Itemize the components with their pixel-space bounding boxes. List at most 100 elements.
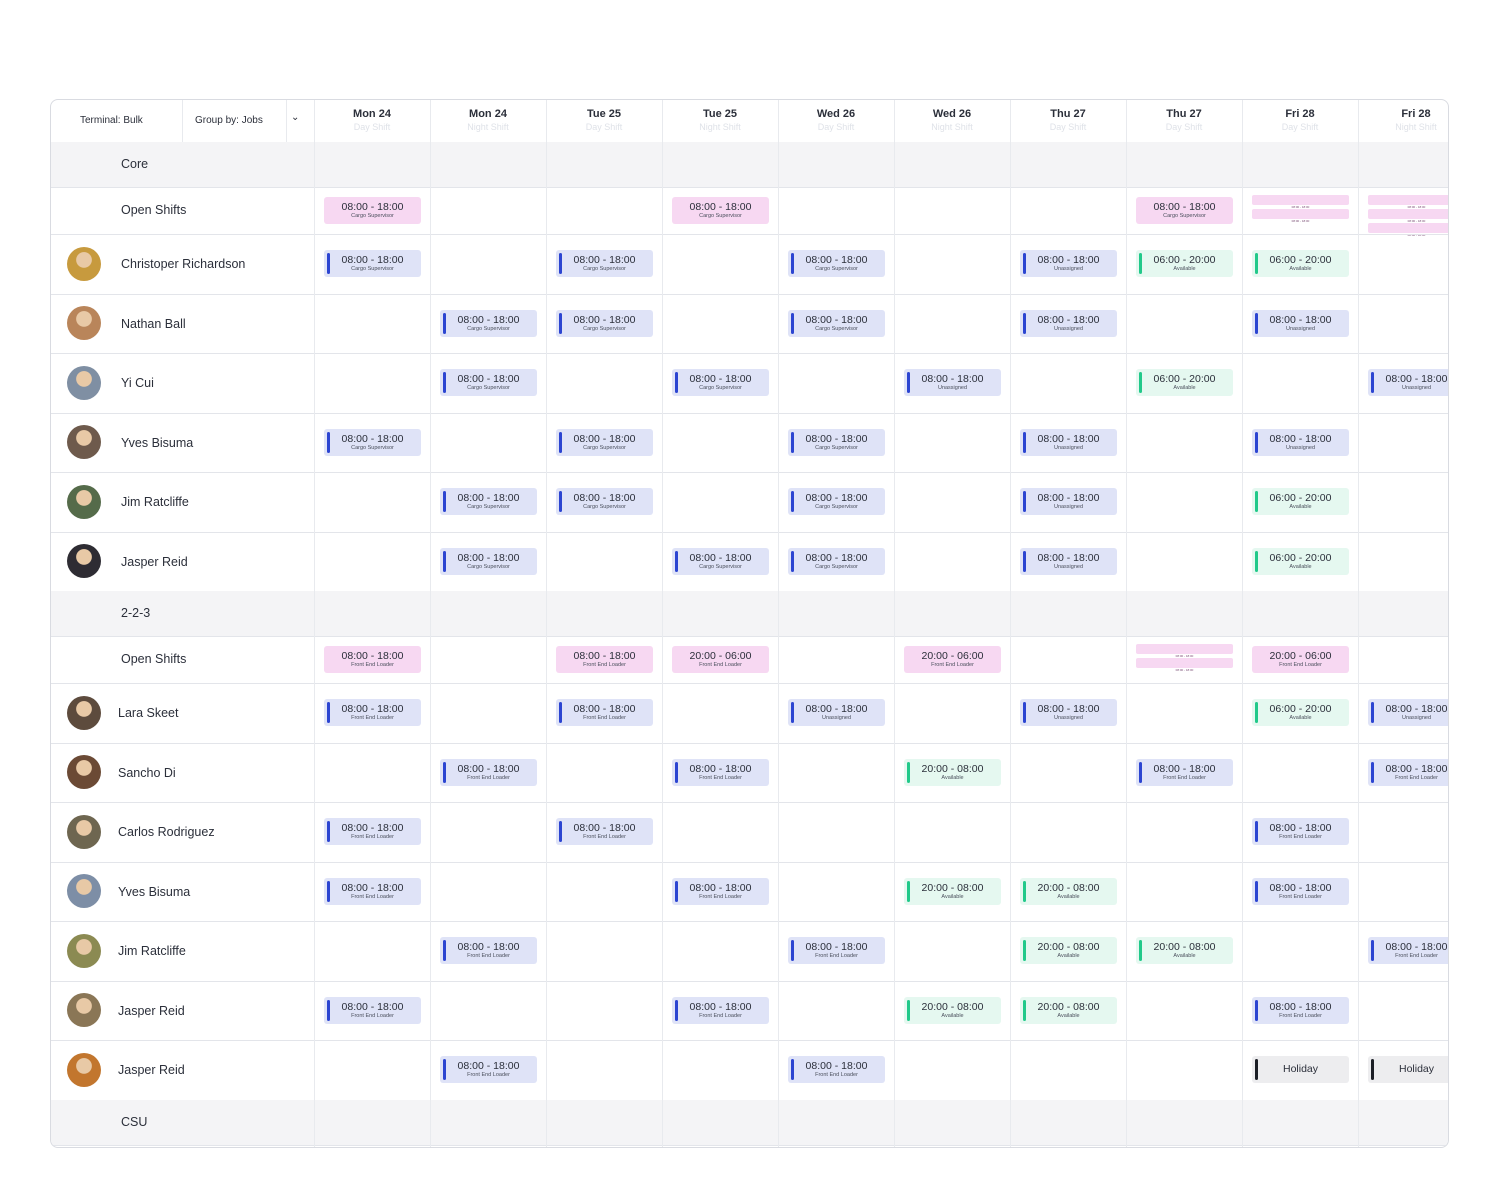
shift-pill-assigned[interactable]: 08:00 - 18:00 Cargo Supervisor <box>788 488 885 516</box>
shift-pill-assigned[interactable]: 08:00 - 18:00 Unassigned <box>1368 369 1448 397</box>
shift-pill-assigned[interactable]: 08:00 - 18:00 Cargo Supervisor <box>788 250 885 278</box>
employee-name[interactable]: Yi Cui <box>121 376 154 390</box>
shift-pill-assigned[interactable]: 08:00 - 18:00 Cargo Supervisor <box>672 547 769 575</box>
shift-pill-assigned[interactable]: 08:00 - 18:00 Front End Loader <box>440 1056 537 1084</box>
employee-name[interactable]: Christoper Richardson <box>121 257 245 271</box>
shift-pill-holiday[interactable]: Holiday <box>1252 1056 1349 1084</box>
shift-pill-assigned[interactable]: 08:00 - 18:00 Front End Loader <box>1252 818 1349 846</box>
shift-pill-available[interactable]: 20:00 - 08:00 Available <box>1020 877 1117 905</box>
shift-pill-assigned[interactable]: 08:00 - 18:00 Front End Loader <box>1368 937 1448 965</box>
shift-pill-assigned[interactable]: 08:00 - 18:00 Cargo Supervisor <box>788 547 885 575</box>
shift-pill-assigned[interactable]: 08:00 - 18:00 Unassigned <box>1252 309 1349 337</box>
shift-pill-open[interactable]: 08:00 - 18:00 Front End Loader <box>556 646 653 673</box>
employee-name[interactable]: Jasper Reid <box>118 1004 185 1018</box>
shift-pill-assigned[interactable]: 08:00 - 18:00 Unassigned <box>1020 428 1117 456</box>
employee-name[interactable]: Jim Ratcliffe <box>121 495 189 509</box>
shift-pill-open[interactable]: 08:00 - 18:00 Cargo Supervisor <box>672 197 769 224</box>
shift-pill-available[interactable]: 20:00 - 08:00 Available <box>1020 937 1117 965</box>
open-shift-mini[interactable]: 08:00 - 18:00 <box>1368 223 1448 237</box>
employee-name[interactable]: Yves Bisuma <box>121 436 193 450</box>
shift-pill-open[interactable]: 08:00 - 18:00 Cargo Supervisor <box>324 197 421 224</box>
shift-pill-assigned[interactable]: 08:00 - 18:00 Unassigned <box>1020 488 1117 516</box>
shift-pill-open[interactable]: 20:00 - 06:00 Front End Loader <box>672 646 769 673</box>
shift-pill-assigned[interactable]: 08:00 - 18:00 Front End Loader <box>788 937 885 965</box>
avatar <box>67 484 101 519</box>
mini-time: 08:00 - 18:00 <box>1291 219 1310 223</box>
group-by-select[interactable]: Group by: Jobs <box>195 115 263 126</box>
shift-pill-assigned[interactable]: 08:00 - 18:00 Front End Loader <box>556 699 653 727</box>
shift-pill-assigned[interactable]: 08:00 - 18:00 Unassigned <box>1020 699 1117 727</box>
shift-pill-assigned[interactable]: 08:00 - 18:00 Cargo Supervisor <box>556 488 653 516</box>
employee-name[interactable]: Carlos Rodriguez <box>118 825 215 839</box>
shift-pill-assigned[interactable]: 08:00 - 18:00 Unassigned <box>788 699 885 727</box>
shift-pill-assigned[interactable]: 08:00 - 18:00 Unassigned <box>1368 699 1448 727</box>
shift-pill-assigned[interactable]: 08:00 - 18:00 Front End Loader <box>1136 758 1233 786</box>
shift-pill-available[interactable]: 06:00 - 20:00 Available <box>1136 250 1233 278</box>
employee-name[interactable]: Sancho Di <box>118 766 176 780</box>
shift-pill-assigned[interactable]: 08:00 - 18:00 Cargo Supervisor <box>440 547 537 575</box>
shift-pill-open[interactable]: 20:00 - 06:00 Front End Loader <box>904 646 1001 673</box>
shift-pill-assigned[interactable]: 08:00 - 18:00 Unassigned <box>1020 547 1117 575</box>
shift-label: Day Shift <box>585 122 623 132</box>
open-shift-mini[interactable]: 08:00 - 18:00 <box>1136 658 1233 672</box>
shift-pill-available[interactable]: 20:00 - 08:00 Available <box>1136 937 1233 965</box>
shift-pill-assigned[interactable]: 08:00 - 18:00 Cargo Supervisor <box>440 309 537 337</box>
shift-pill-assigned[interactable]: 08:00 - 18:00 Cargo Supervisor <box>440 369 537 397</box>
shift-pill-assigned[interactable]: 08:00 - 18:00 Unassigned <box>1020 250 1117 278</box>
shift-pill-assigned[interactable]: 08:00 - 18:00 Unassigned <box>904 369 1001 397</box>
employee-name[interactable]: Lara Skeet <box>118 706 178 720</box>
shift-pill-open[interactable]: 08:00 - 18:00 Cargo Supervisor <box>1136 197 1233 224</box>
open-shift-mini[interactable]: 08:00 - 18:00 <box>1368 209 1448 223</box>
open-shift-mini[interactable]: 08:00 - 18:00 <box>1252 195 1349 209</box>
open-shift-mini[interactable]: 08:00 - 18:00 <box>1252 209 1349 223</box>
shift-pill-available[interactable]: 06:00 - 20:00 Available <box>1252 488 1349 516</box>
shift-pill-assigned[interactable]: 08:00 - 18:00 Front End Loader <box>324 699 421 727</box>
employee-name[interactable]: Jasper Reid <box>118 1063 185 1077</box>
shift-pill-assigned[interactable]: 08:00 - 18:00 Cargo Supervisor <box>324 428 421 456</box>
employee-name[interactable]: Yves Bisuma <box>118 885 190 899</box>
shift-pill-available[interactable]: 20:00 - 08:00 Available <box>904 758 1001 786</box>
shift-pill-assigned[interactable]: 08:00 - 18:00 Front End Loader <box>1368 758 1448 786</box>
shift-pill-assigned[interactable]: 08:00 - 18:00 Front End Loader <box>1252 877 1349 905</box>
shift-pill-assigned[interactable]: 08:00 - 18:00 Cargo Supervisor <box>788 309 885 337</box>
shift-pill-available[interactable]: 20:00 - 08:00 Available <box>904 996 1001 1024</box>
terminal-filter[interactable]: Terminal: Bulk <box>80 115 143 126</box>
shift-pill-assigned[interactable]: 08:00 - 18:00 Front End Loader <box>1252 996 1349 1024</box>
shift-pill-assigned[interactable]: 08:00 - 18:00 Cargo Supervisor <box>324 250 421 278</box>
employee-name[interactable]: Nathan Ball <box>121 317 186 331</box>
shift-pill-available[interactable]: 06:00 - 20:00 Available <box>1252 547 1349 575</box>
shift-pill-assigned[interactable]: 08:00 - 18:00 Cargo Supervisor <box>556 250 653 278</box>
shift-pill-assigned[interactable]: 08:00 - 18:00 Front End Loader <box>556 818 653 846</box>
shift-role: Front End Loader <box>931 662 974 668</box>
shift-pill-assigned[interactable]: 08:00 - 18:00 Front End Loader <box>324 996 421 1024</box>
shift-pill-assigned[interactable]: 08:00 - 18:00 Front End Loader <box>324 818 421 846</box>
shift-pill-assigned[interactable]: 08:00 - 18:00 Front End Loader <box>788 1056 885 1084</box>
shift-pill-open[interactable]: 08:00 - 18:00 Front End Loader <box>324 646 421 673</box>
shift-pill-assigned[interactable]: 08:00 - 18:00 Unassigned <box>1020 309 1117 337</box>
chevron-down-icon[interactable]: ⌄ <box>291 112 299 123</box>
shift-pill-assigned[interactable]: 08:00 - 18:00 Front End Loader <box>672 996 769 1024</box>
shift-pill-assigned[interactable]: 08:00 - 18:00 Cargo Supervisor <box>440 488 537 516</box>
shift-pill-assigned[interactable]: 08:00 - 18:00 Front End Loader <box>672 877 769 905</box>
employee-name[interactable]: Jasper Reid <box>121 555 188 569</box>
employee-name[interactable]: Jim Ratcliffe <box>118 944 186 958</box>
shift-time: 08:00 - 18:00 <box>457 551 520 564</box>
shift-pill-available[interactable]: 06:00 - 20:00 Available <box>1136 369 1233 397</box>
shift-pill-assigned[interactable]: 08:00 - 18:00 Front End Loader <box>440 937 537 965</box>
shift-pill-assigned[interactable]: 08:00 - 18:00 Cargo Supervisor <box>788 428 885 456</box>
shift-pill-available[interactable]: 20:00 - 08:00 Available <box>904 877 1001 905</box>
shift-pill-assigned[interactable]: 08:00 - 18:00 Front End Loader <box>672 758 769 786</box>
shift-pill-available[interactable]: 06:00 - 20:00 Available <box>1252 250 1349 278</box>
open-shift-mini[interactable]: 08:00 - 18:00 <box>1368 195 1448 209</box>
shift-pill-assigned[interactable]: 08:00 - 18:00 Front End Loader <box>324 877 421 905</box>
shift-pill-holiday[interactable]: Holiday <box>1368 1056 1448 1084</box>
shift-pill-available[interactable]: 20:00 - 08:00 Available <box>1020 996 1117 1024</box>
shift-pill-open[interactable]: 20:00 - 06:00 Front End Loader <box>1252 646 1349 673</box>
shift-pill-available[interactable]: 06:00 - 20:00 Available <box>1252 699 1349 727</box>
shift-pill-assigned[interactable]: 08:00 - 18:00 Cargo Supervisor <box>556 309 653 337</box>
shift-pill-assigned[interactable]: 08:00 - 18:00 Unassigned <box>1252 428 1349 456</box>
open-shift-mini[interactable]: 08:00 - 18:00 <box>1136 644 1233 658</box>
shift-pill-assigned[interactable]: 08:00 - 18:00 Front End Loader <box>440 758 537 786</box>
shift-pill-assigned[interactable]: 08:00 - 18:00 Cargo Supervisor <box>556 428 653 456</box>
shift-pill-assigned[interactable]: 08:00 - 18:00 Cargo Supervisor <box>672 369 769 397</box>
